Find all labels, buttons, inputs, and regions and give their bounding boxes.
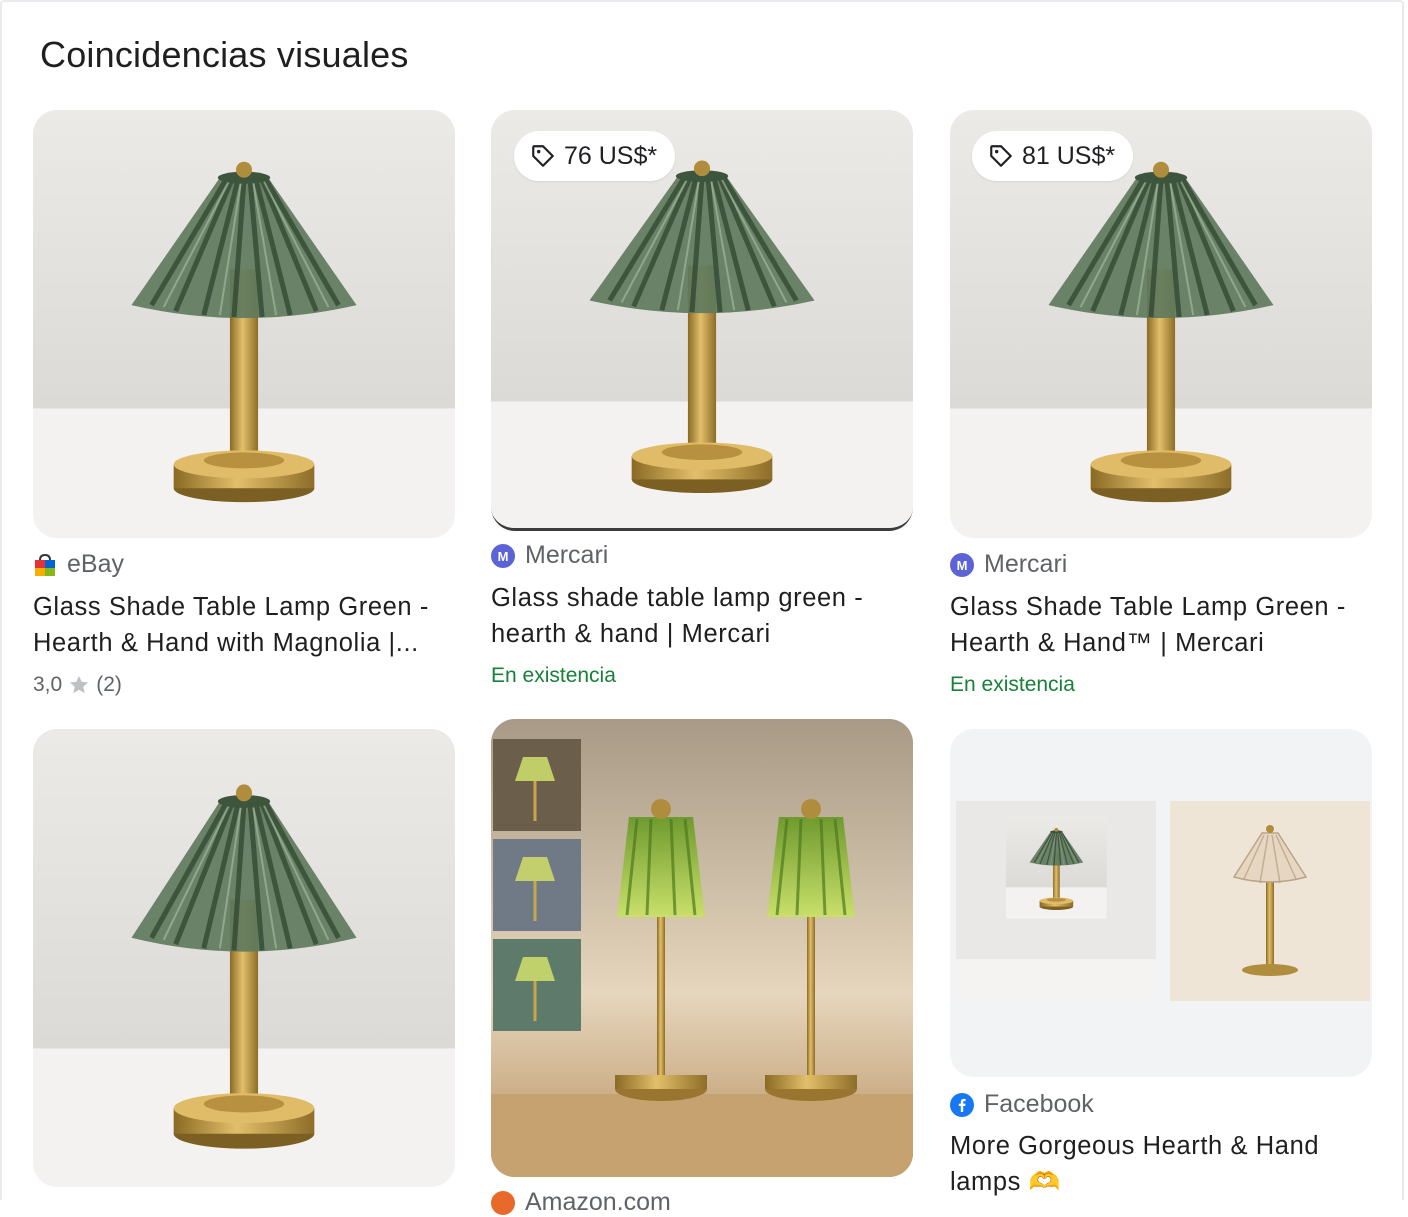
product-image[interactable] <box>950 729 1372 1077</box>
ebay-favicon-icon <box>33 553 57 577</box>
title-line: Glass shade table lamp green - <box>491 584 864 612</box>
title-line: More Gorgeous Hearth & Hand <box>950 1132 1320 1160</box>
mercari-favicon-icon: M <box>950 552 974 577</box>
source-name: Mercari <box>984 550 1068 578</box>
source-name: Amazon.com <box>525 1188 671 1216</box>
result-source[interactable]: eBay <box>33 550 124 579</box>
availability: En existencia <box>491 664 616 687</box>
star-icon <box>68 674 90 696</box>
product-image[interactable] <box>33 729 455 1187</box>
svg-text:M: M <box>957 558 968 573</box>
product-image[interactable] <box>33 110 455 538</box>
amazon-favicon-icon <box>491 1190 515 1215</box>
mercari-favicon-icon: M <box>491 543 515 568</box>
price-value: 76 US$* <box>564 141 658 170</box>
result-source[interactable]: M Mercari <box>950 550 1067 579</box>
product-image[interactable] <box>491 719 913 1177</box>
result-source[interactable]: Facebook <box>950 1090 1094 1119</box>
svg-text:M: M <box>498 549 509 564</box>
result-title[interactable]: Glass shade table lamp green - hearth & … <box>491 580 863 652</box>
title-line: Glass Shade Table Lamp Green - <box>950 593 1346 621</box>
price-value: 81 US$* <box>1022 141 1116 170</box>
result-title[interactable]: More Gorgeous Hearth & Hand lamps 🫶 <box>950 1128 1319 1200</box>
result-source[interactable]: Amazon.com <box>491 1188 671 1217</box>
availability: En existencia <box>950 673 1075 696</box>
title-line: lamps 🫶 <box>950 1168 1062 1196</box>
source-name: Facebook <box>984 1090 1094 1118</box>
result-title[interactable]: Glass Shade Table Lamp Green - Hearth & … <box>33 589 429 661</box>
title-line: Hearth & Hand with Magnolia |... <box>33 629 419 657</box>
rating-value: 3,0 <box>33 673 63 696</box>
facebook-favicon-icon <box>950 1092 974 1117</box>
title-line: Glass Shade Table Lamp Green - <box>33 593 429 621</box>
result-title[interactable]: Glass Shade Table Lamp Green - Hearth & … <box>950 589 1346 661</box>
tag-icon <box>530 143 556 169</box>
price-badge: 76 US$* <box>514 131 676 181</box>
source-name: eBay <box>67 550 124 578</box>
tag-icon <box>988 143 1014 169</box>
result-source[interactable]: M Mercari <box>491 541 608 570</box>
price-badge: 81 US$* <box>972 131 1134 181</box>
section-title: Coincidencias visuales <box>40 34 409 75</box>
source-name: Mercari <box>525 541 609 569</box>
rating: 3,0 (2) <box>33 673 122 697</box>
title-line: hearth & hand | Mercari <box>491 620 771 648</box>
title-line: Hearth & Hand™ | Mercari <box>950 629 1265 657</box>
rating-count: (2) <box>96 673 122 696</box>
